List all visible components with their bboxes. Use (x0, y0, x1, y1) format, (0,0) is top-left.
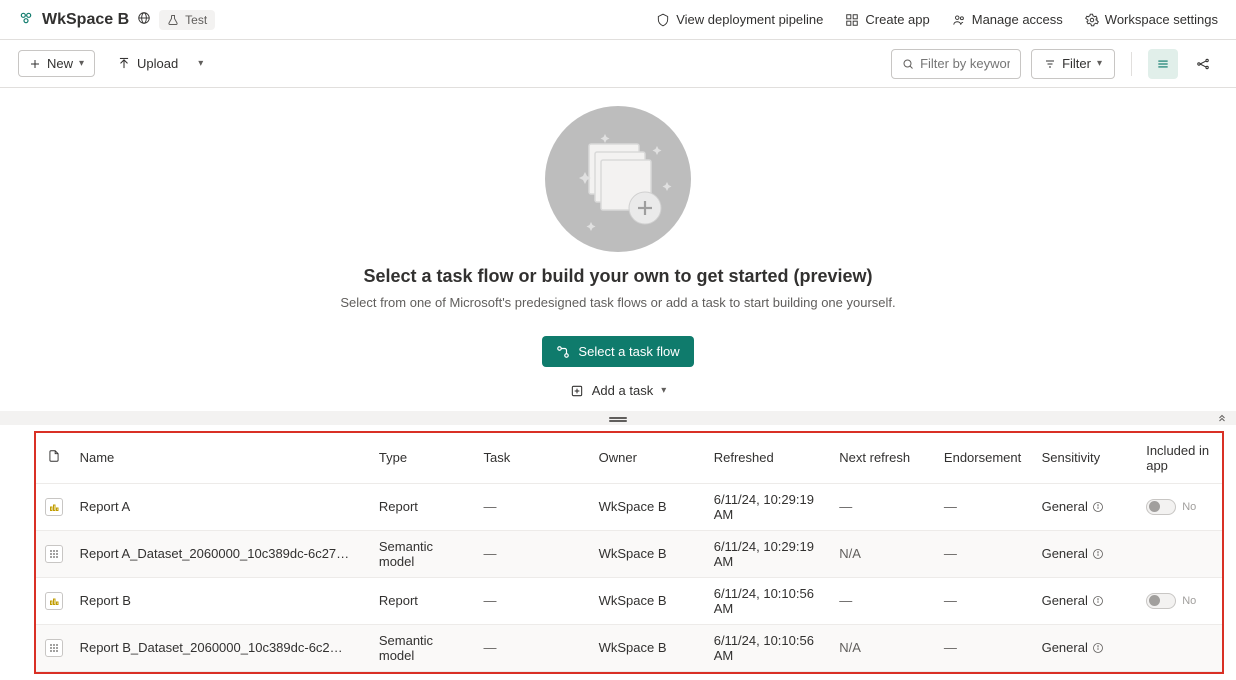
task-flow-icon (556, 345, 570, 359)
item-name[interactable]: Report A (80, 499, 350, 514)
info-icon (1092, 501, 1104, 513)
info-icon (1092, 595, 1104, 607)
col-header-refreshed[interactable]: Refreshed (706, 433, 832, 484)
header-actions: View deployment pipeline Create app Mana… (656, 12, 1218, 27)
collapse-chevron-icon[interactable] (1216, 411, 1228, 426)
item-task: — (484, 640, 497, 655)
workspace-title: WkSpace B (42, 11, 129, 29)
chevron-down-icon: ▾ (1097, 58, 1102, 69)
globe-icon (137, 11, 151, 28)
col-header-icon[interactable] (36, 433, 72, 484)
environment-pill[interactable]: Test (159, 10, 215, 30)
item-sensitivity: General (1042, 499, 1104, 514)
taskflow-hero: Select a task flow or build your own to … (0, 88, 1236, 401)
item-owner: WkSpace B (591, 530, 706, 577)
select-task-flow-button[interactable]: Select a task flow (542, 336, 693, 367)
col-header-type[interactable]: Type (371, 433, 476, 484)
item-type: Semantic model (371, 624, 476, 671)
item-name[interactable]: Report B (80, 593, 350, 608)
item-task: — (484, 593, 497, 608)
toolbar: New ▾ Upload ▾ Filter ▾ (0, 40, 1236, 88)
manage-access-link[interactable]: Manage access (952, 12, 1063, 27)
item-endorsement: — (944, 546, 957, 561)
search-input[interactable] (920, 56, 1010, 71)
chevron-down-icon: ▾ (661, 385, 666, 396)
item-sensitivity: General (1042, 593, 1104, 608)
semantic-model-icon (45, 639, 63, 657)
item-name[interactable]: Report B_Dataset_2060000_10c389dc-6c27-e… (80, 640, 350, 655)
item-type: Report (371, 577, 476, 624)
add-task-button[interactable]: Add a task ▾ (570, 383, 666, 398)
search-icon (902, 58, 914, 70)
items-table: Name Type Task Owner Refreshed Next refr… (36, 433, 1222, 672)
item-endorsement: — (944, 499, 957, 514)
list-view-toggle[interactable] (1148, 49, 1178, 79)
col-header-endorsement[interactable]: Endorsement (936, 433, 1034, 484)
plus-square-icon (570, 384, 584, 398)
item-next-refresh: — (839, 499, 852, 514)
table-row[interactable]: Report A Report — WkSpace B6/11/24, 10:29:1… (36, 483, 1222, 530)
item-task: — (484, 546, 497, 561)
report-icon (45, 592, 63, 610)
semantic-model-icon (45, 545, 63, 563)
hero-subtitle: Select from one of Microsoft's predesign… (0, 295, 1236, 310)
item-refreshed: 6/11/24, 10:10:56 AM (706, 624, 832, 671)
chevron-down-icon: ▾ (79, 58, 84, 69)
item-refreshed: 6/11/24, 10:10:56 AM (706, 577, 832, 624)
item-next-refresh: N/A (839, 546, 861, 561)
col-header-sensitivity[interactable]: Sensitivity (1034, 433, 1139, 484)
workspace-logo-icon (18, 10, 34, 29)
drag-handle-icon (609, 417, 627, 419)
file-icon (47, 449, 61, 463)
lineage-view-toggle[interactable] (1188, 49, 1218, 79)
toggle-label: No (1182, 501, 1196, 513)
included-toggle[interactable] (1146, 593, 1176, 609)
items-table-wrap: Name Type Task Owner Refreshed Next refr… (34, 431, 1224, 674)
table-row[interactable]: Report B Report — WkSpace B6/11/24, 10:10:5… (36, 577, 1222, 624)
item-sensitivity: General (1042, 640, 1104, 655)
filter-button[interactable]: Filter ▾ (1031, 49, 1115, 79)
report-icon (45, 498, 63, 516)
view-pipeline-link[interactable]: View deployment pipeline (656, 12, 823, 27)
workspace-header: WkSpace B Test View deployment pipeline … (0, 0, 1236, 40)
search-input-wrap[interactable] (891, 49, 1021, 79)
included-toggle[interactable] (1146, 499, 1176, 515)
item-next-refresh: N/A (839, 640, 861, 655)
item-type: Semantic model (371, 530, 476, 577)
item-type: Report (371, 483, 476, 530)
table-row[interactable]: Report A_Dataset_2060000_10c389dc-6c27-e… (36, 530, 1222, 577)
create-app-link[interactable]: Create app (845, 12, 929, 27)
chevron-down-icon: ▾ (198, 58, 203, 69)
info-icon (1092, 642, 1104, 654)
workspace-settings-link[interactable]: Workspace settings (1085, 12, 1218, 27)
item-owner: WkSpace B (591, 483, 706, 530)
item-owner: WkSpace B (591, 577, 706, 624)
filter-icon (1044, 58, 1056, 70)
info-icon (1092, 548, 1104, 560)
taskflow-hero-illustration (545, 106, 691, 252)
upload-button[interactable]: Upload ▾ (117, 56, 203, 71)
toggle-label: No (1182, 595, 1196, 607)
separator (1131, 52, 1132, 76)
item-refreshed: 6/11/24, 10:29:19 AM (706, 530, 832, 577)
col-header-next[interactable]: Next refresh (831, 433, 936, 484)
item-name[interactable]: Report A_Dataset_2060000_10c389dc-6c27-e… (80, 546, 350, 561)
col-header-included[interactable]: Included in app (1138, 433, 1222, 484)
col-header-task[interactable]: Task (476, 433, 591, 484)
item-task: — (484, 499, 497, 514)
new-button[interactable]: New ▾ (18, 50, 95, 77)
col-header-owner[interactable]: Owner (591, 433, 706, 484)
item-refreshed: 6/11/24, 10:29:19 AM (706, 483, 832, 530)
environment-pill-label: Test (185, 13, 207, 27)
item-endorsement: — (944, 640, 957, 655)
item-sensitivity: General (1042, 546, 1104, 561)
resize-bar[interactable] (0, 411, 1236, 425)
item-endorsement: — (944, 593, 957, 608)
item-next-refresh: — (839, 593, 852, 608)
item-owner: WkSpace B (591, 624, 706, 671)
col-header-name[interactable]: Name (72, 433, 371, 484)
table-row[interactable]: Report B_Dataset_2060000_10c389dc-6c27-e… (36, 624, 1222, 671)
hero-title: Select a task flow or build your own to … (0, 266, 1236, 287)
